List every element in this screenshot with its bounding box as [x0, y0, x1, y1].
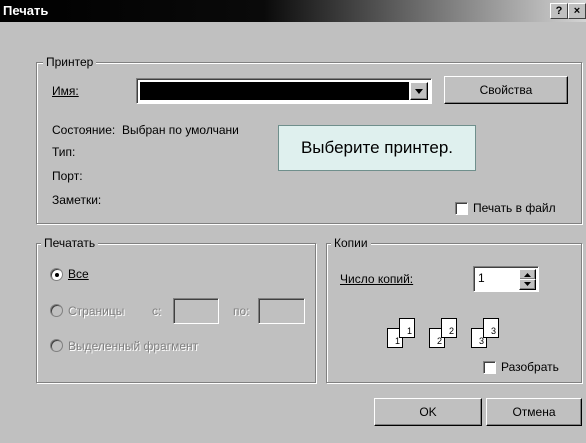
print-pages-label[interactable]: Страницы [68, 304, 124, 318]
copies-count-spinner[interactable]: 1 [473, 266, 539, 292]
printer-group-label: Принтер [43, 55, 97, 69]
properties-button-label: Свойства [479, 83, 533, 97]
print-all-label[interactable]: Все [68, 267, 89, 281]
print-selection-radio[interactable] [50, 339, 63, 352]
ok-button-label: OK [419, 405, 437, 419]
copies-group-label: Копии [331, 236, 371, 250]
notes-label: Заметки: [52, 193, 102, 207]
printer-name-label: Имя: [52, 84, 79, 98]
close-button[interactable]: × [568, 3, 586, 19]
collate-checkbox[interactable] [483, 361, 496, 374]
print-range-group-label: Печатать [41, 236, 99, 250]
window-title: Печать [3, 3, 49, 18]
print-to-file-checkbox[interactable] [455, 202, 468, 215]
collate-page: 3 [483, 318, 499, 338]
properties-button[interactable]: Свойства [444, 76, 568, 104]
tooltip-text: Выберите принтер. [300, 138, 454, 157]
to-page-input[interactable] [258, 298, 305, 324]
from-page-input[interactable] [173, 298, 219, 324]
print-to-file-label[interactable]: Печать в файл [473, 201, 556, 215]
cancel-button-label: Отмена [512, 405, 556, 419]
print-selection-label[interactable]: Выделенный фрагмент [68, 339, 198, 353]
from-label: с: [152, 304, 162, 318]
status-value: Выбран по умолчани [122, 123, 239, 137]
radio-selected-dot [55, 273, 59, 277]
spin-down-button[interactable] [519, 279, 536, 290]
spin-down-icon [524, 282, 531, 286]
collate-label[interactable]: Разобрать [501, 360, 559, 374]
ok-button[interactable]: OK [374, 398, 482, 426]
cancel-button[interactable]: Отмена [486, 398, 582, 426]
spin-up-icon [524, 273, 531, 277]
collate-page: 2 [441, 318, 457, 338]
print-pages-radio[interactable] [50, 304, 63, 317]
print-all-radio[interactable] [50, 268, 63, 281]
printer-name-dropdown[interactable] [136, 78, 432, 104]
select-printer-tooltip: Выберите принтер. [278, 125, 476, 171]
port-label: Порт: [52, 169, 83, 183]
copies-count-value: 1 [478, 271, 485, 285]
help-button[interactable]: ? [550, 3, 568, 19]
status-label: Состояние: [52, 123, 116, 137]
copies-count-label: Число копий: [340, 272, 414, 286]
to-label: по: [233, 304, 250, 318]
title-bar: Печать ? × [0, 0, 586, 22]
type-label: Тип: [52, 145, 76, 159]
collate-page: 1 [399, 318, 415, 338]
printer-name-selected-value [140, 82, 409, 100]
chevron-down-icon[interactable] [410, 82, 428, 100]
